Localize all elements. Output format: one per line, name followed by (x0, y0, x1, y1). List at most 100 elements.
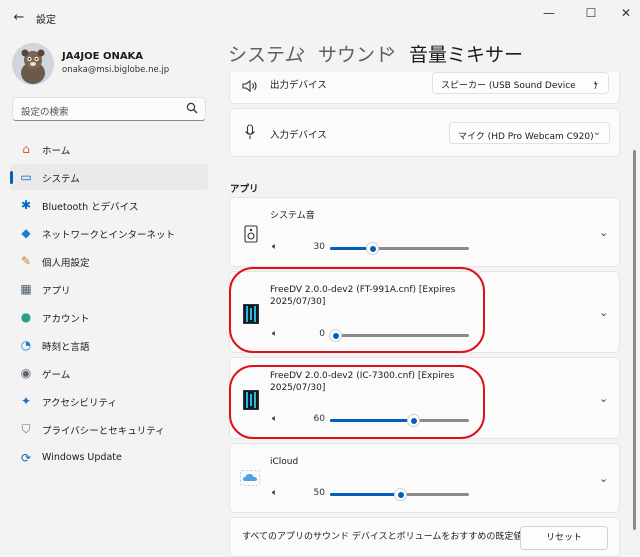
update-icon: ⟳ (20, 451, 32, 465)
breadcrumb-sound[interactable]: サウンド (318, 40, 394, 67)
close-icon: ✕ (620, 6, 632, 20)
minimize-icon: — (543, 6, 555, 20)
sidebar-item-brush[interactable]: ✎ 個人用設定 (10, 248, 208, 274)
sidebar-item-wifi[interactable]: ◆ ネットワークとインターネット (10, 220, 208, 246)
sidebar-item-gamepad[interactable]: ◉ ゲーム (10, 360, 208, 386)
sidebar-item-label: アプリ (42, 286, 71, 297)
sidebar-item-home[interactable]: ⌂ ホーム (10, 136, 208, 162)
volume-icon[interactable]: 🔈︎ (272, 242, 277, 252)
sidebar-item-shield[interactable]: ⛉ プライバシーとセキュリティ (10, 416, 208, 442)
avatar-image (12, 43, 54, 85)
reset-card: すべてのアプリのサウンド デバイスとボリュームをおすすめの既定値にリ リセット (229, 517, 620, 557)
app-name: システム音 (270, 211, 315, 221)
chevron-down-icon[interactable]: ⌄ (599, 392, 608, 405)
speaker-device-icon (244, 225, 258, 247)
highlight-annotation (229, 267, 485, 353)
volume-slider-thumb[interactable] (395, 489, 406, 500)
breadcrumb-system[interactable]: システム (228, 40, 303, 67)
speaker-icon (242, 78, 258, 97)
search-input[interactable]: 設定の検索 (21, 104, 69, 118)
account-icon: ● (20, 310, 32, 324)
back-arrow-icon: ← (13, 9, 25, 25)
output-device-dropdown[interactable]: スピーカー (USB Sound Device ) ⌄ (432, 72, 609, 94)
maximize-icon: ☐ (585, 6, 597, 20)
volume-icon[interactable]: 🔈︎ (272, 488, 277, 498)
sidebar-item-label: システム (42, 174, 80, 185)
sidebar-item-account[interactable]: ● アカウント (10, 304, 208, 330)
input-device-label: 入力デバイス (270, 130, 327, 141)
sidebar-item-label: ネットワークとインターネット (42, 230, 176, 241)
close-button[interactable]: ✕ (612, 4, 640, 22)
maximize-button[interactable]: ☐ (577, 4, 605, 22)
apps-section-title: アプリ (230, 184, 259, 195)
sidebar-item-system[interactable]: ▭ システム (10, 164, 208, 190)
sidebar-item-label: ゲーム (42, 370, 71, 381)
page-title: 音量ミキサー (409, 44, 524, 66)
output-device-value: スピーカー (USB Sound Device ) (441, 81, 598, 91)
reset-description: すべてのアプリのサウンド デバイスとボリュームをおすすめの既定値にリ (242, 532, 541, 542)
sidebar-item-label: 個人用設定 (42, 258, 90, 269)
input-device-card: 入力デバイス マイク (HD Pro Webcam C920) ⌄ (229, 108, 620, 157)
input-device-value: マイク (HD Pro Webcam C920) (458, 132, 594, 142)
app-card-icloud[interactable]: iCloud 🔈︎ 50 ⌄ (229, 443, 620, 513)
chevron-down-icon: ⌄ (591, 77, 600, 88)
breadcrumb-separator: › (388, 40, 396, 62)
account-name: JA4JOE ONAKA (62, 51, 144, 62)
wifi-icon: ◆ (21, 226, 31, 240)
sidebar-item-bluetooth[interactable]: ✱ Bluetooth とデバイス (10, 192, 208, 218)
bluetooth-icon: ✱ (20, 198, 32, 212)
scrollbar[interactable] (633, 150, 636, 530)
app-card-system-sounds[interactable]: システム音 🔈︎ 30 ⌄ (229, 197, 620, 267)
volume-slider-thumb[interactable] (367, 243, 378, 254)
sidebar-item-label: Bluetooth とデバイス (42, 202, 139, 213)
apps-icon: ▦ (20, 282, 32, 296)
output-device-label: 出力デバイス (270, 80, 327, 91)
volume-slider-thumb-dot (369, 245, 376, 252)
reset-button[interactable]: リセット (520, 526, 608, 550)
sidebar-item-label: プライバシーとセキュリティ (42, 426, 165, 437)
chevron-down-icon: ⌄ (592, 127, 601, 138)
chevron-down-icon[interactable]: ⌄ (599, 306, 608, 319)
sidebar-item-label: 時刻と言語 (42, 342, 90, 353)
highlight-annotation (229, 365, 485, 439)
sidebar-item-label: Windows Update (42, 452, 122, 463)
brush-icon: ✎ (20, 254, 32, 268)
microphone-icon (244, 124, 256, 144)
accessibility-icon: ✦ (20, 394, 32, 408)
system-icon: ▭ (20, 170, 32, 184)
sidebar-item-update[interactable]: ⟳ Windows Update (10, 445, 208, 471)
title-bar: ← 設定 — ☐ ✕ (0, 0, 640, 36)
sidebar-item-label: ホーム (42, 146, 71, 157)
sidebar-item-label: アクセシビリティ (42, 398, 117, 409)
sidebar-item-label: アカウント (42, 314, 90, 325)
output-device-card: 出力デバイス スピーカー (USB Sound Device ) ⌄ (229, 72, 620, 104)
volume-slider[interactable] (330, 489, 469, 500)
volume-value: 50 (313, 488, 325, 498)
gamepad-icon: ◉ (20, 366, 32, 380)
search-box[interactable]: 設定の検索 (12, 97, 206, 121)
volume-value: 30 (313, 242, 325, 252)
volume-slider-fill (330, 493, 400, 496)
active-indicator (10, 171, 13, 184)
shield-icon: ⛉ (21, 421, 31, 436)
icloud-icon (240, 470, 260, 490)
chevron-down-icon[interactable]: ⌄ (599, 226, 608, 239)
app-name: iCloud (270, 457, 299, 467)
volume-slider[interactable] (330, 243, 469, 254)
back-button[interactable]: ← (8, 6, 30, 28)
account-email: onaka@msi.biglobe.ne.jp (62, 65, 170, 75)
window-title: 設定 (36, 15, 56, 26)
sidebar-item-accessibility[interactable]: ✦ アクセシビリティ (10, 388, 208, 414)
volume-slider-thumb-dot (397, 491, 404, 498)
volume-slider-fill (330, 247, 372, 250)
avatar[interactable] (12, 43, 54, 85)
home-icon: ⌂ (22, 142, 30, 156)
input-device-dropdown[interactable]: マイク (HD Pro Webcam C920) ⌄ (449, 122, 610, 144)
minimize-button[interactable]: — (535, 4, 563, 22)
globe-clock-icon: ◔ (20, 338, 32, 352)
sidebar-item-globe-clock[interactable]: ◔ 時刻と言語 (10, 332, 208, 358)
sidebar-item-apps[interactable]: ▦ アプリ (10, 276, 208, 302)
search-icon[interactable] (186, 102, 198, 117)
breadcrumb-separator: › (298, 40, 306, 62)
chevron-down-icon[interactable]: ⌄ (599, 472, 608, 485)
